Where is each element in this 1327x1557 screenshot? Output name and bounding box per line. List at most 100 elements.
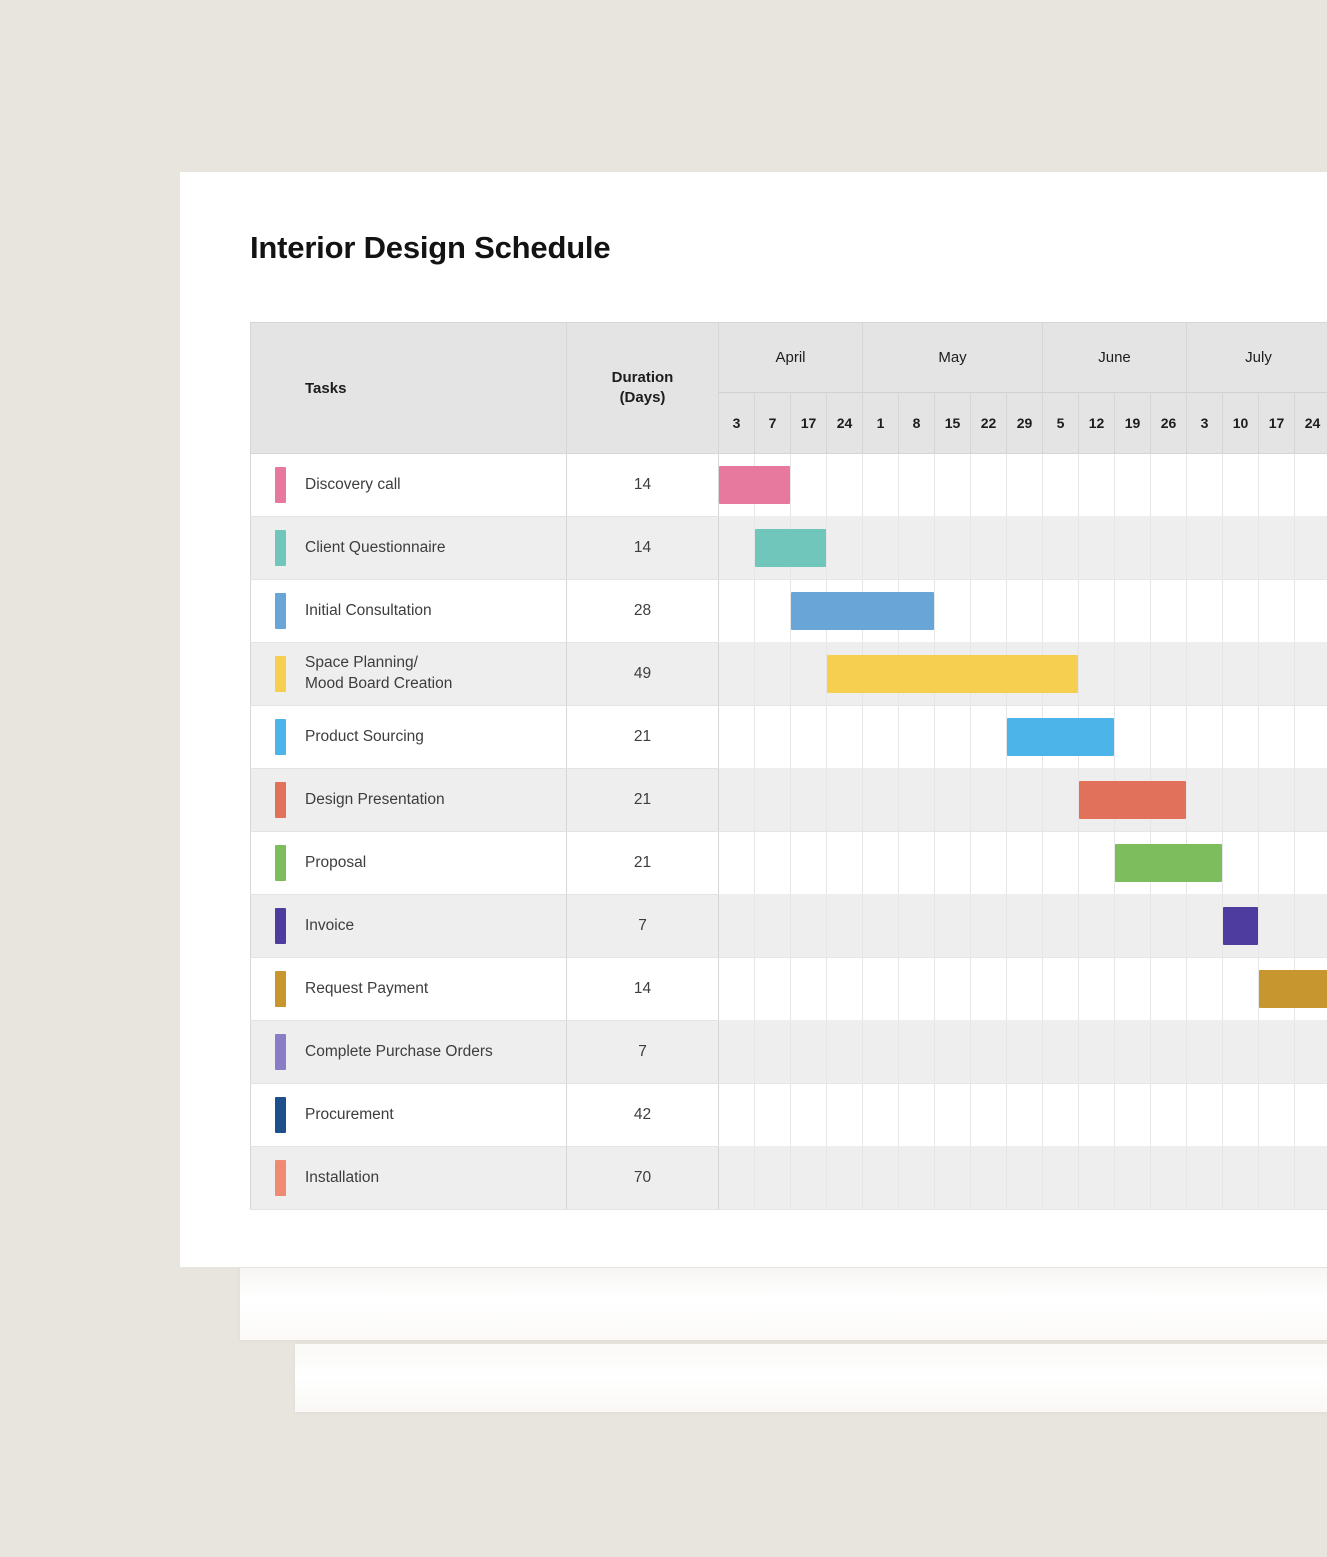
- timeline-cell: [935, 580, 971, 643]
- gantt-bar[interactable]: [1079, 781, 1186, 819]
- timeline-cell: [791, 1147, 827, 1210]
- timeline-cell: [755, 643, 791, 706]
- task-name-cell: Request Payment: [251, 958, 567, 1021]
- timeline-cell: [971, 769, 1007, 832]
- column-header-day-14: 10: [1223, 392, 1259, 453]
- column-header-month-may: May: [863, 323, 1043, 393]
- gantt-bar[interactable]: [827, 655, 1078, 693]
- timeline-cell: [1187, 706, 1223, 769]
- timeline-cell: [719, 958, 755, 1021]
- timeline-cell: [1079, 958, 1115, 1021]
- task-duration-cell: 14: [567, 454, 719, 517]
- timeline-cell: [1295, 1084, 1327, 1147]
- timeline-cell: [863, 517, 899, 580]
- timeline-cell: [1079, 1021, 1115, 1084]
- timeline-cell: [971, 1021, 1007, 1084]
- timeline-cell: [791, 769, 827, 832]
- timeline-cell: [1151, 1084, 1187, 1147]
- timeline-cell: [1223, 580, 1259, 643]
- timeline-cell: [1043, 517, 1079, 580]
- task-duration-cell: 7: [567, 895, 719, 958]
- timeline-cell: [1259, 1147, 1295, 1210]
- gantt-bar[interactable]: [1223, 907, 1258, 945]
- task-color-swatch-icon: [275, 971, 286, 1007]
- column-header-month-june: June: [1043, 323, 1187, 393]
- timeline-cell: [935, 1084, 971, 1147]
- gantt-bar[interactable]: [1259, 970, 1327, 1008]
- timeline-cell: [1187, 1147, 1223, 1210]
- timeline-cell: [971, 454, 1007, 517]
- timeline-cell: [1295, 769, 1327, 832]
- timeline-cell: [1007, 517, 1043, 580]
- column-header-day-0: 3: [719, 392, 755, 453]
- timeline-cell: [719, 454, 755, 517]
- task-name-label: Space Planning/Mood Board Creation: [305, 654, 452, 692]
- timeline-cell: [1187, 1021, 1223, 1084]
- column-header-day-3: 24: [827, 392, 863, 453]
- timeline-cell: [827, 517, 863, 580]
- task-name-cell: Installation: [251, 1147, 567, 1210]
- table-row: Request Payment 14: [251, 958, 1327, 1021]
- gantt-bar[interactable]: [1007, 718, 1114, 756]
- timeline-cell: [1223, 517, 1259, 580]
- timeline-cell: [935, 706, 971, 769]
- timeline-cell: [1295, 832, 1327, 895]
- timeline-cell: [1007, 895, 1043, 958]
- timeline-cell: [1223, 706, 1259, 769]
- timeline-cell: [1079, 895, 1115, 958]
- task-name-label: Initial Consultation: [305, 602, 432, 619]
- timeline-cell: [1115, 832, 1151, 895]
- timeline-cell: [1295, 454, 1327, 517]
- timeline-cell: [971, 706, 1007, 769]
- timeline-cell: [1043, 1084, 1079, 1147]
- gantt-bar[interactable]: [719, 466, 790, 504]
- task-name-label: Request Payment: [305, 980, 428, 997]
- timeline-cell: [1259, 580, 1295, 643]
- timeline-cell: [1007, 1084, 1043, 1147]
- gantt-table-header: Tasks Duration (Days) AprilMayJuneJuly 3…: [251, 323, 1327, 454]
- task-duration-cell: 49: [567, 643, 719, 706]
- task-duration-cell: 14: [567, 517, 719, 580]
- timeline-cell: [1259, 517, 1295, 580]
- task-duration-cell: 70: [567, 1147, 719, 1210]
- timeline-cell: [1079, 580, 1115, 643]
- timeline-cell: [719, 895, 755, 958]
- gantt-bar[interactable]: [791, 592, 934, 630]
- timeline-cell: [1151, 643, 1187, 706]
- task-name-label: Discovery call: [305, 476, 401, 493]
- timeline-cell: [1151, 895, 1187, 958]
- column-header-day-8: 29: [1007, 392, 1043, 453]
- timeline-cell: [935, 1021, 971, 1084]
- column-header-month-april: April: [719, 323, 863, 393]
- timeline-cell: [1115, 1147, 1151, 1210]
- task-name-label: Product Sourcing: [305, 728, 424, 745]
- column-header-month-july: July: [1187, 323, 1327, 393]
- task-duration-cell: 14: [567, 958, 719, 1021]
- timeline-cell: [791, 580, 827, 643]
- task-name-label: Invoice: [305, 917, 354, 934]
- timeline-cell: [971, 1084, 1007, 1147]
- timeline-cell: [791, 706, 827, 769]
- gantt-bar[interactable]: [1115, 844, 1222, 882]
- table-row: Proposal21: [251, 832, 1327, 895]
- column-header-day-9: 5: [1043, 392, 1079, 453]
- timeline-cell: [719, 1147, 755, 1210]
- timeline-cell: [1043, 454, 1079, 517]
- timeline-cell: [1187, 580, 1223, 643]
- task-name-cell: Space Planning/Mood Board Creation: [251, 643, 567, 706]
- timeline-cell: [1259, 1021, 1295, 1084]
- gantt-bar[interactable]: [755, 529, 826, 567]
- timeline-cell: [899, 1147, 935, 1210]
- timeline-cell: [827, 454, 863, 517]
- timeline-cell: [971, 1147, 1007, 1210]
- task-name-label: Complete Purchase Orders: [305, 1043, 493, 1060]
- timeline-cell: [971, 895, 1007, 958]
- task-duration-cell: 21: [567, 832, 719, 895]
- task-color-swatch-icon: [275, 656, 286, 692]
- duration-label-line2: (Days): [567, 388, 718, 408]
- column-header-day-12: 26: [1151, 392, 1187, 453]
- timeline-cell: [1079, 832, 1115, 895]
- timeline-cell: [791, 1021, 827, 1084]
- timeline-cell: [1043, 958, 1079, 1021]
- timeline-cell: [827, 895, 863, 958]
